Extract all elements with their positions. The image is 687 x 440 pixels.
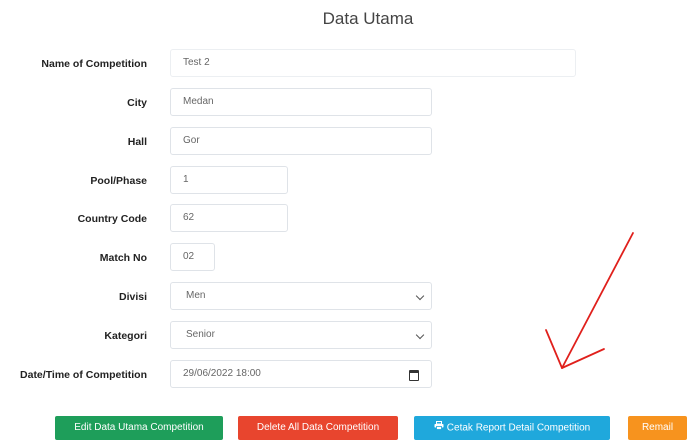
red-arrow-annotation [545, 232, 634, 369]
arrow-head-left [545, 329, 563, 369]
arrow-head-right [561, 348, 605, 369]
arrow-shaft [561, 232, 634, 369]
